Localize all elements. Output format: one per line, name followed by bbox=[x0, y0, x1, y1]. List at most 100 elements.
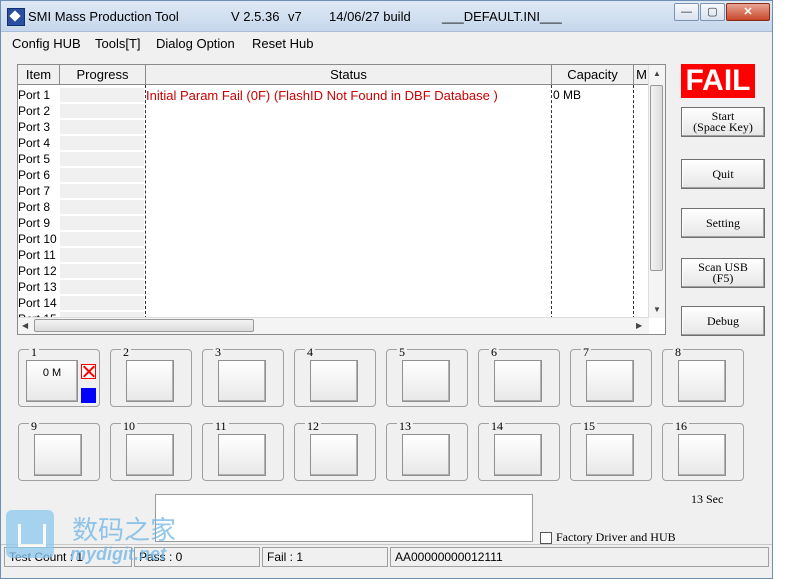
port-panel: 16 bbox=[662, 419, 744, 481]
menu-dialog-option[interactable]: Dialog Option bbox=[156, 36, 235, 51]
port-number: 7 bbox=[581, 345, 591, 360]
title-bar: SMI Mass Production Tool V 2.5.36 v7 14/… bbox=[1, 1, 772, 32]
port-panel: 5 bbox=[386, 345, 468, 407]
port-indicator bbox=[81, 388, 96, 403]
port-number: 6 bbox=[489, 345, 499, 360]
menu-tools[interactable]: Tools[T] bbox=[95, 36, 141, 51]
progress-cell bbox=[60, 88, 144, 103]
scroll-up-icon[interactable]: ▲ bbox=[653, 69, 661, 78]
scroll-down-icon[interactable]: ▼ bbox=[653, 305, 661, 314]
version-label: V 2.5.36 bbox=[231, 9, 280, 24]
serial-number: AA00000000012111 bbox=[390, 547, 769, 567]
table-row[interactable]: Port 13 bbox=[18, 279, 60, 295]
setting-button[interactable]: Setting bbox=[681, 208, 765, 238]
table-row[interactable]: Port 9 bbox=[18, 215, 60, 231]
table-row[interactable]: Port 5 bbox=[18, 151, 60, 167]
port-panel: 6 bbox=[478, 345, 560, 407]
column-header-progress[interactable]: Progress bbox=[60, 65, 146, 85]
port-number: 13 bbox=[397, 419, 413, 434]
horizontal-scrollbar[interactable]: ◀ ▶ bbox=[18, 317, 649, 334]
table-row[interactable]: Port 14 bbox=[18, 295, 60, 311]
port-button[interactable] bbox=[586, 360, 634, 402]
column-header-item[interactable]: Item bbox=[18, 65, 60, 85]
port-button[interactable] bbox=[678, 434, 726, 476]
minimize-icon: — bbox=[681, 6, 692, 18]
column-divider bbox=[633, 85, 634, 319]
port-number: 14 bbox=[489, 419, 505, 434]
port-number: 9 bbox=[29, 419, 39, 434]
port-button[interactable] bbox=[126, 360, 174, 402]
port-number: 16 bbox=[673, 419, 689, 434]
port-number: 5 bbox=[397, 345, 407, 360]
port-button[interactable] bbox=[494, 360, 542, 402]
port-button[interactable] bbox=[402, 360, 450, 402]
port-button[interactable] bbox=[126, 434, 174, 476]
progress-cell bbox=[60, 104, 144, 119]
debug-button[interactable]: Debug bbox=[681, 306, 765, 336]
port-panel: 3 bbox=[202, 345, 284, 407]
elapsed-timer: 13 Sec bbox=[691, 492, 724, 506]
table-row[interactable]: Port 10 bbox=[18, 231, 60, 247]
scroll-left-icon[interactable]: ◀ bbox=[22, 321, 28, 330]
port-number: 8 bbox=[673, 345, 683, 360]
port-button[interactable] bbox=[310, 434, 358, 476]
menu-config-hub[interactable]: Config HUB bbox=[12, 36, 81, 51]
progress-cell bbox=[60, 200, 144, 215]
pass-count: Pass : 0 bbox=[134, 547, 260, 567]
factory-driver-checkbox[interactable] bbox=[540, 532, 552, 544]
table-row[interactable]: Port 1 bbox=[18, 87, 60, 103]
port-panel: 7 bbox=[570, 345, 652, 407]
table-row[interactable]: Port 4 bbox=[18, 135, 60, 151]
table-row[interactable]: Port 11 bbox=[18, 247, 60, 263]
table-row[interactable]: Port 6 bbox=[18, 167, 60, 183]
close-button[interactable]: ✕ bbox=[726, 3, 770, 21]
horizontal-scroll-thumb[interactable] bbox=[34, 319, 254, 332]
port-button[interactable]: 0 M bbox=[26, 360, 78, 402]
start-button[interactable]: Start (Space Key) bbox=[681, 107, 765, 137]
column-divider bbox=[145, 85, 146, 319]
port-panel: 10 M bbox=[18, 345, 100, 407]
port-status-grid[interactable]: Item Progress Status Capacity M Port 1 Po… bbox=[17, 64, 666, 335]
port-button[interactable] bbox=[402, 434, 450, 476]
quit-button[interactable]: Quit bbox=[681, 159, 765, 189]
port-panel: 2 bbox=[110, 345, 192, 407]
scan-usb-button[interactable]: Scan USB (F5) bbox=[681, 258, 765, 288]
vertical-scroll-thumb[interactable] bbox=[650, 85, 663, 271]
table-row[interactable]: Port 12 bbox=[18, 263, 60, 279]
status-message: Initial Param Fail (0F) (FlashID Not Fou… bbox=[146, 88, 498, 103]
background-strip bbox=[773, 0, 785, 579]
table-row[interactable]: Port 3 bbox=[18, 119, 60, 135]
column-header-status[interactable]: Status bbox=[146, 65, 552, 85]
vertical-scrollbar[interactable]: ▲ ▼ bbox=[648, 65, 665, 318]
scroll-right-icon[interactable]: ▶ bbox=[636, 321, 642, 330]
port-number: 4 bbox=[305, 345, 315, 360]
port-panel: 9 bbox=[18, 419, 100, 481]
port-button[interactable] bbox=[34, 434, 82, 476]
port-button[interactable] bbox=[494, 434, 542, 476]
build-label: 14/06/27 build bbox=[329, 9, 411, 24]
menu-reset-hub[interactable]: Reset Hub bbox=[252, 36, 313, 51]
maximize-icon: ▢ bbox=[707, 6, 718, 18]
progress-cell bbox=[60, 216, 144, 231]
port-number: 1 bbox=[29, 345, 39, 360]
port-button[interactable] bbox=[310, 360, 358, 402]
port-button[interactable] bbox=[218, 434, 266, 476]
log-box[interactable] bbox=[155, 494, 533, 542]
maximize-button[interactable]: ▢ bbox=[700, 3, 725, 21]
progress-cell bbox=[60, 248, 144, 263]
capacity-value: 0 MB bbox=[553, 88, 582, 102]
port-number: 2 bbox=[121, 345, 131, 360]
table-row[interactable]: Port 7 bbox=[18, 183, 60, 199]
table-row[interactable]: Port 2 bbox=[18, 103, 60, 119]
table-row[interactable]: Port 8 bbox=[18, 199, 60, 215]
port-button[interactable] bbox=[678, 360, 726, 402]
version-suffix: v7 bbox=[288, 9, 302, 24]
progress-cell bbox=[60, 296, 144, 311]
column-header-capacity[interactable]: Capacity bbox=[552, 65, 634, 85]
port-panel: 4 bbox=[294, 345, 376, 407]
port-button[interactable] bbox=[218, 360, 266, 402]
main-window: SMI Mass Production Tool V 2.5.36 v7 14/… bbox=[0, 0, 773, 579]
port-panel: 11 bbox=[202, 419, 284, 481]
port-button[interactable] bbox=[586, 434, 634, 476]
minimize-button[interactable]: — bbox=[674, 3, 699, 21]
